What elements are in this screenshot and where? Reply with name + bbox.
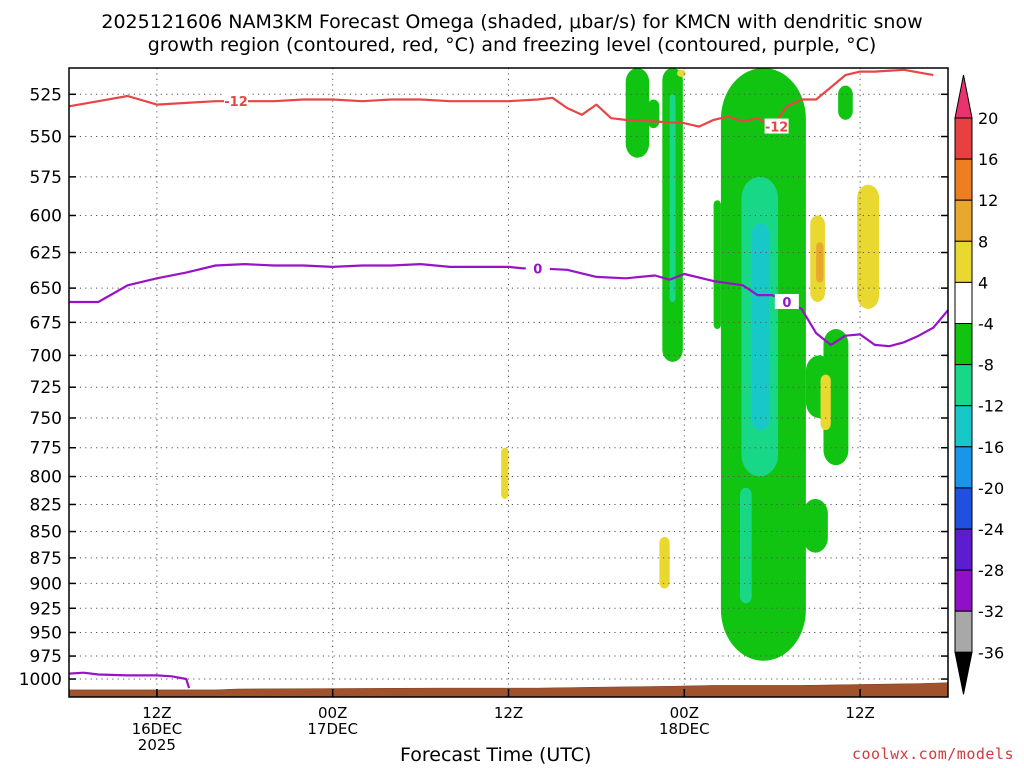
colorbar-label: -4	[978, 315, 994, 334]
colorbar-top-arrow	[954, 74, 973, 119]
y-tick-label: 875	[30, 549, 62, 569]
colorbar-box-9	[954, 446, 973, 489]
colorbar-label: -24	[978, 520, 1004, 539]
colorbar-label: -8	[978, 356, 994, 375]
y-tick-label: 825	[30, 495, 62, 515]
y-tick-label: 575	[30, 168, 62, 188]
colorbar-box-7	[954, 364, 973, 407]
credit-link[interactable]: coolwx.com/models	[852, 745, 1014, 763]
colorbar-bottom-arrow	[954, 651, 973, 695]
x-tick-label: 12Z	[845, 704, 874, 722]
contour-label: 0	[533, 262, 542, 277]
x-tick-label: 18DEC	[659, 720, 710, 738]
colorbar-box-4	[954, 240, 973, 283]
colorbar-box-5	[954, 281, 973, 324]
colorbar-box-1	[954, 117, 973, 160]
x-tick-label: 12Z	[494, 704, 523, 722]
colorbar-box-10	[954, 487, 973, 530]
colorbar-label: 20	[978, 109, 998, 128]
colorbar-box-13	[954, 610, 973, 653]
y-tick-label: 800	[30, 468, 62, 488]
y-tick-label: 900	[30, 574, 62, 594]
colorbar-box-6	[954, 323, 973, 366]
contour-label: 0	[782, 296, 791, 311]
colorbar-label: -12	[978, 397, 1004, 416]
omega-region-9	[802, 498, 828, 553]
colorbar-label: 16	[978, 150, 998, 169]
colorbar-label: -32	[978, 602, 1004, 621]
chart-canvas: -12 -12 0 0 525 550 575 600 625 650 675 700 725 750 7…	[19, 67, 1004, 754]
y-tick-label: 850	[30, 523, 62, 543]
y-tick-label: 925	[30, 599, 62, 619]
colorbar-box-8	[954, 405, 973, 448]
y-tick-label: 775	[30, 439, 62, 459]
omega-region-19	[676, 69, 686, 77]
colorbar-label: -36	[978, 643, 1004, 662]
omega-region-7	[751, 223, 770, 430]
omega-region-11	[838, 85, 853, 120]
y-tick-label: 550	[30, 128, 62, 148]
omega-region-0	[625, 68, 650, 158]
omega-region-15	[820, 374, 831, 430]
y-tick-label: 950	[30, 623, 62, 643]
contour-label: -12	[224, 95, 248, 110]
colorbar-box-2	[954, 158, 973, 201]
colorbar-box-12	[954, 569, 973, 612]
y-tick-label: 725	[30, 378, 62, 398]
colorbar-label: 8	[978, 232, 988, 251]
y-tick-label: 975	[30, 647, 62, 667]
omega-region-12	[739, 487, 752, 604]
omega-region-3	[669, 94, 676, 302]
omega-region-4	[713, 200, 721, 330]
y-tick-label: 525	[30, 85, 62, 105]
y-tick-label: 625	[30, 244, 62, 264]
y-tick-label: 675	[30, 313, 62, 333]
colorbar-label: 12	[978, 191, 998, 210]
x-tick-label: 17DEC	[307, 720, 358, 738]
y-tick-label: 1000	[19, 670, 62, 690]
colorbar-label: 4	[978, 273, 988, 292]
colorbar: 20 16 12 8 4 -4 -8 -12 -16 -20 -24 -28 -32 -36	[954, 74, 1004, 695]
contour-label: -12	[765, 121, 789, 136]
colorbar-box-3	[954, 199, 973, 242]
contour-line-2	[68, 671, 191, 689]
y-tick-label: 700	[30, 346, 62, 366]
y-tick-label: 650	[30, 279, 62, 299]
omega-region-14	[816, 242, 824, 283]
colorbar-box-11	[954, 528, 973, 571]
colorbar-label: -28	[978, 561, 1004, 580]
y-tick-label: 750	[30, 409, 62, 429]
omega-region-17	[501, 447, 509, 499]
omega-region-18	[659, 536, 670, 589]
y-tick-label: 600	[30, 206, 62, 226]
colorbar-label: -16	[978, 438, 1004, 457]
colorbar-label: -20	[978, 479, 1004, 498]
omega-region-1	[647, 99, 660, 129]
x-tick-label: 2025	[138, 736, 176, 754]
omega-shading	[501, 68, 880, 661]
x-axis-label: Forecast Time (UTC)	[400, 744, 592, 766]
